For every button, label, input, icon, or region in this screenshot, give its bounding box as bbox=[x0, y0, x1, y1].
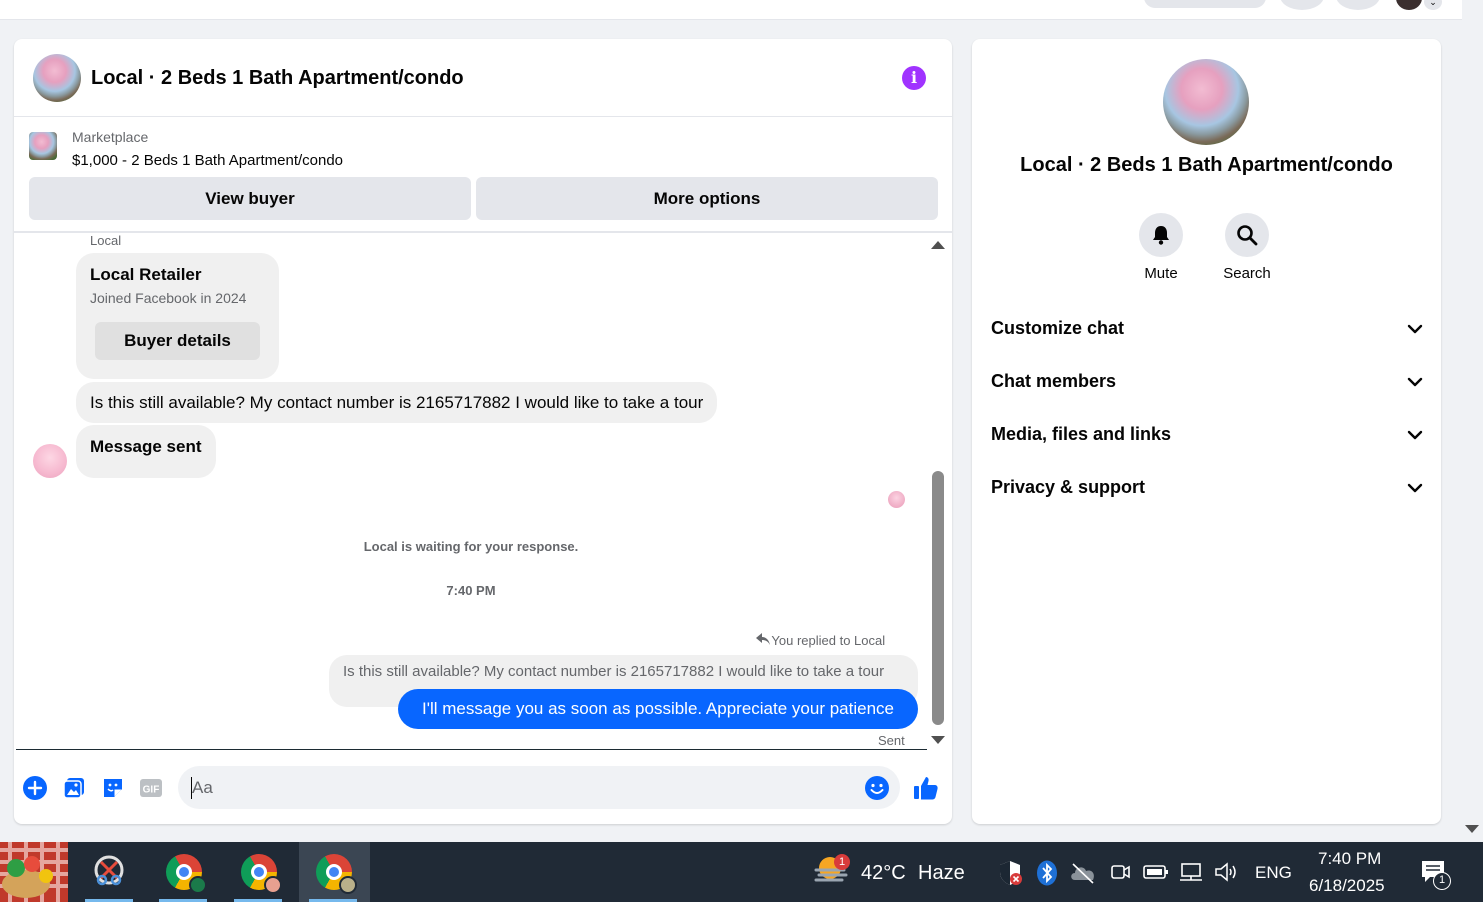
sender-avatar[interactable] bbox=[33, 444, 67, 478]
replied-note-text: You replied to Local bbox=[771, 633, 886, 648]
notification-count: 1 bbox=[1433, 872, 1451, 890]
clock-time[interactable]: 7:40 PM bbox=[1318, 849, 1381, 869]
chevron-down-icon bbox=[1407, 374, 1423, 390]
message-status: Sent bbox=[878, 733, 905, 748]
top-nav-notifications-button[interactable] bbox=[1336, 0, 1380, 10]
message-input[interactable] bbox=[178, 766, 900, 809]
bluetooth-icon[interactable] bbox=[1036, 860, 1058, 891]
message-timestamp: 7:40 PM bbox=[446, 583, 496, 598]
section-label: Customize chat bbox=[991, 318, 1125, 338]
onedrive-offline-icon[interactable] bbox=[1069, 862, 1097, 889]
profile-badge-icon bbox=[264, 876, 282, 894]
thread-scroll-up-arrow[interactable] bbox=[931, 241, 945, 249]
outgoing-message[interactable]: I'll message you as soon as possible. Ap… bbox=[398, 689, 918, 729]
taskbar-snipping-tool-icon[interactable] bbox=[75, 842, 143, 902]
volume-icon[interactable] bbox=[1213, 860, 1239, 889]
section-label: Media, files and links bbox=[991, 424, 1172, 444]
section-chat-members[interactable]: Chat members bbox=[991, 362, 1423, 402]
mute-button[interactable]: Mute bbox=[1131, 213, 1191, 282]
more-options-button[interactable]: More options bbox=[476, 177, 938, 220]
message-thread[interactable]: Local Local Retailer Joined Facebook in … bbox=[14, 233, 952, 753]
listing-price-title[interactable]: $1,000 - 2 Beds 1 Bath Apartment/condo bbox=[72, 152, 343, 169]
weather-condition[interactable]: Haze bbox=[918, 862, 965, 885]
chat-title[interactable]: Local · 2 Beds 1 Bath Apartment/condo bbox=[91, 67, 464, 90]
plus-circle-icon[interactable] bbox=[23, 776, 47, 800]
section-privacy-support[interactable]: Privacy & support bbox=[991, 468, 1423, 508]
sticker-icon[interactable] bbox=[101, 776, 125, 800]
thread-scrollbar-thumb[interactable] bbox=[932, 471, 944, 725]
chat-header: Local · 2 Beds 1 Bath Apartment/condo i bbox=[14, 39, 952, 117]
incoming-message[interactable]: Message sent bbox=[76, 425, 216, 478]
chevron-down-icon bbox=[1407, 321, 1423, 337]
network-icon[interactable] bbox=[1179, 860, 1203, 889]
buyer-name: Local Retailer bbox=[90, 265, 202, 284]
chevron-down-icon bbox=[1407, 480, 1423, 496]
taskbar-chrome-profile-2[interactable] bbox=[224, 842, 292, 902]
listing-avatar[interactable] bbox=[33, 54, 81, 102]
taskbar-chrome-profile-3-active[interactable] bbox=[299, 842, 370, 902]
replied-note: You replied to Local bbox=[756, 633, 885, 648]
page-scrollbar[interactable] bbox=[1462, 0, 1483, 842]
page-scroll-down-arrow[interactable] bbox=[1465, 825, 1479, 833]
buyer-card: Local Retailer Joined Facebook in 2024 B… bbox=[76, 253, 279, 379]
notification-center-icon[interactable]: 1 bbox=[1420, 858, 1451, 891]
info-icon[interactable]: i bbox=[902, 66, 926, 90]
side-panel-title: Local · 2 Beds 1 Bath Apartment/condo bbox=[1020, 154, 1393, 176]
buyer-details-button[interactable]: Buyer details bbox=[95, 322, 260, 360]
meet-now-icon[interactable] bbox=[1109, 860, 1131, 889]
chat-info-panel: Local · 2 Beds 1 Bath Apartment/condo Mu… bbox=[972, 39, 1441, 824]
weather-temperature[interactable]: 42°C bbox=[861, 862, 906, 885]
composer-divider bbox=[16, 749, 927, 750]
mute-label: Mute bbox=[1144, 265, 1178, 282]
section-media-files-links[interactable]: Media, files and links bbox=[991, 415, 1423, 455]
security-shield-icon[interactable] bbox=[998, 860, 1022, 891]
taskbar-chrome-profile-1[interactable] bbox=[149, 842, 217, 902]
text-caret bbox=[191, 777, 192, 799]
taskbar: 1 42°C Haze ENG 7:40 PM 6/18/2025 1 bbox=[0, 842, 1483, 902]
chevron-down-icon[interactable]: ⌄ bbox=[1424, 0, 1442, 10]
section-customize-chat[interactable]: Customize chat bbox=[991, 309, 1423, 349]
search-icon[interactable] bbox=[1225, 213, 1269, 257]
seen-receipt-avatar bbox=[888, 491, 905, 508]
taskbar-picnic-app-icon[interactable] bbox=[0, 842, 68, 902]
language-indicator[interactable]: ENG bbox=[1255, 863, 1292, 883]
marketplace-label: Marketplace bbox=[72, 129, 149, 145]
clock-date[interactable]: 6/18/2025 bbox=[1309, 876, 1385, 896]
section-label: Chat members bbox=[991, 371, 1117, 391]
profile-badge-icon bbox=[189, 876, 207, 894]
search-button[interactable]: Search bbox=[1217, 213, 1277, 282]
thread-scroll-down-arrow[interactable] bbox=[931, 736, 945, 744]
bell-icon[interactable] bbox=[1139, 213, 1183, 257]
chevron-down-icon bbox=[1407, 427, 1423, 443]
thumbs-up-icon[interactable] bbox=[912, 774, 940, 802]
top-nav-menu-button[interactable] bbox=[1280, 0, 1324, 10]
profile-badge-icon bbox=[339, 876, 357, 894]
view-buyer-button[interactable]: View buyer bbox=[29, 177, 471, 220]
gif-label: GIF bbox=[143, 785, 160, 796]
battery-icon[interactable] bbox=[1143, 864, 1169, 885]
weather-badge: 1 bbox=[834, 854, 850, 870]
chat-panel: Local · 2 Beds 1 Bath Apartment/condo i … bbox=[14, 39, 952, 824]
weather-icon[interactable]: 1 bbox=[814, 854, 850, 886]
buyer-joined-date: Joined Facebook in 2024 bbox=[90, 290, 247, 306]
reply-icon bbox=[756, 633, 770, 648]
waiting-note: Local is waiting for your response. bbox=[363, 539, 579, 554]
emoji-icon[interactable] bbox=[865, 776, 889, 800]
top-nav-pill[interactable] bbox=[1144, 0, 1266, 8]
account-avatar[interactable] bbox=[1396, 0, 1422, 10]
listing-profile-photo[interactable] bbox=[1163, 59, 1249, 145]
search-label: Search bbox=[1223, 265, 1271, 282]
gif-icon[interactable]: GIF bbox=[139, 776, 163, 800]
photo-icon[interactable] bbox=[62, 776, 86, 800]
sender-name: Local bbox=[90, 233, 122, 248]
incoming-message[interactable]: Is this still available? My contact numb… bbox=[76, 382, 718, 423]
top-navigation-bar: ⌄ bbox=[0, 0, 1462, 20]
listing-thumbnail[interactable] bbox=[29, 132, 57, 160]
section-label: Privacy & support bbox=[991, 477, 1146, 497]
